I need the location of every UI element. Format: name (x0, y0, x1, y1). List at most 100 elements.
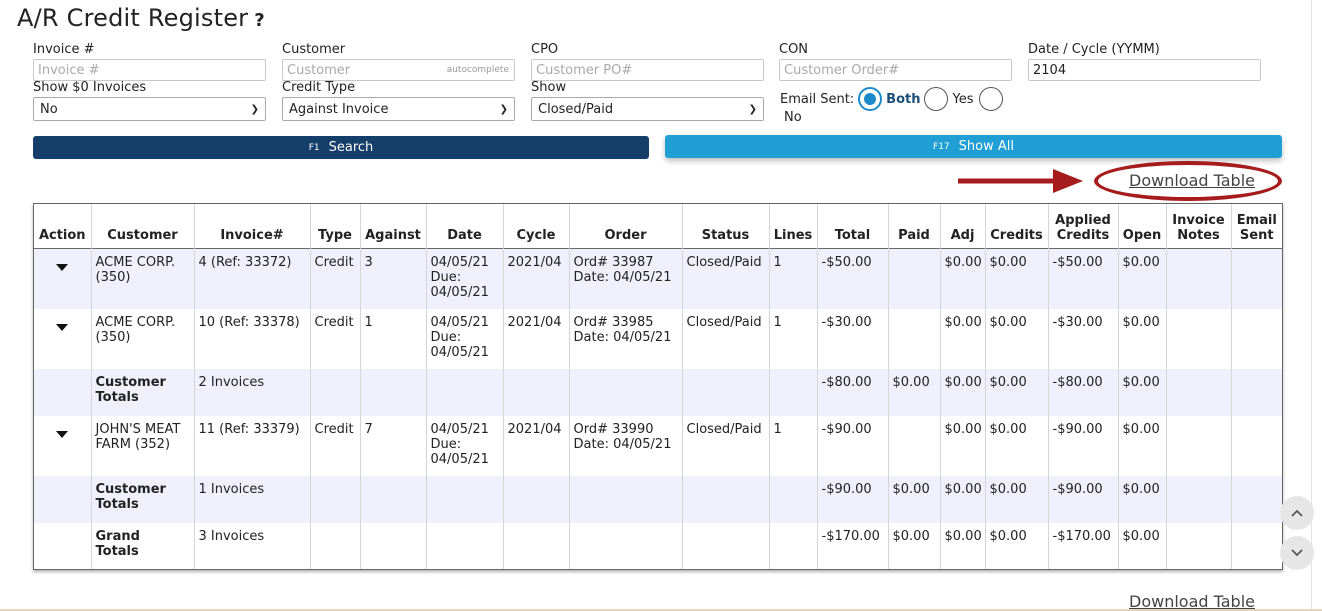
row-action-cell (34, 369, 92, 416)
date-cycle-input[interactable] (1028, 59, 1261, 81)
col-credits[interactable]: Credits (985, 204, 1049, 248)
adj-cell: $0.00 (940, 476, 986, 523)
email-sent-no-radio[interactable] (979, 87, 1004, 111)
row-action-cell (34, 476, 92, 523)
applied-credits-cell: -$90.00 (1048, 476, 1119, 523)
adj-cell: $0.00 (940, 248, 986, 309)
col-applied-credits[interactable]: Applied Credits (1048, 204, 1119, 248)
search-button-label: Search (328, 140, 374, 155)
totals-label-line1: Customer (95, 482, 166, 497)
col-date[interactable]: Date (426, 204, 504, 248)
col-open[interactable]: Open (1118, 204, 1167, 248)
caret-down-icon[interactable] (56, 324, 69, 331)
customer-totals-row: Customer Totals 2 Invoices -$80.00 $0.00 … (34, 369, 1282, 416)
col-against[interactable]: Against (360, 204, 427, 248)
col-total[interactable]: Total (817, 204, 889, 248)
invoice-cell: 11 (Ref: 33379) (194, 416, 311, 476)
invoice-count-cell: 2 Invoices (194, 369, 311, 416)
row-action-cell (34, 523, 92, 569)
type-cell (310, 369, 361, 416)
col-invoice-notes[interactable]: Invoice Notes (1166, 204, 1232, 248)
status-cell: Closed/Paid (682, 416, 770, 476)
lines-cell (769, 523, 818, 569)
col-email-line1: Email (1236, 212, 1277, 228)
customer-cell: ACME CORP. (350) (91, 248, 195, 309)
type-cell: Credit (310, 416, 361, 476)
against-cell: 7 (360, 416, 427, 476)
con-label: CON (779, 42, 809, 57)
lines-cell: 1 (769, 248, 818, 309)
search-button[interactable]: F1 Search (33, 136, 649, 159)
open-cell: $0.00 (1118, 523, 1167, 569)
cpo-input[interactable] (531, 59, 764, 81)
date-cell (426, 523, 504, 569)
table-row: JOHN'S MEAT FARM (352) 11 (Ref: 33379) Cr… (34, 416, 1282, 476)
date-cell (426, 476, 504, 523)
col-status[interactable]: Status (682, 204, 770, 248)
invoice-notes-cell (1166, 523, 1232, 569)
totals-label-line2: Totals (95, 497, 139, 512)
lines-cell (769, 476, 818, 523)
status-cell: Closed/Paid (682, 248, 770, 309)
search-shortcut-key: F1 (308, 142, 320, 153)
order-cell (569, 369, 683, 416)
lines-cell: 1 (769, 416, 818, 476)
col-cycle[interactable]: Cycle (503, 204, 570, 248)
invoice-input[interactable] (33, 59, 266, 81)
col-applied-line1: Applied (1055, 212, 1111, 228)
order-cell (569, 523, 683, 569)
scroll-up-button[interactable] (1280, 496, 1314, 530)
customer-name: JOHN'S MEAT (95, 422, 181, 437)
cycle-cell: 2021/04 (503, 416, 570, 476)
customer-filter: Customer autocomplete (282, 42, 515, 81)
help-icon[interactable]: ? (254, 10, 265, 31)
con-input[interactable] (779, 59, 1012, 81)
email-sent-yes-radio[interactable] (924, 87, 949, 111)
chevron-down-icon (1291, 549, 1303, 557)
paid-cell (888, 309, 941, 369)
invoice-notes-cell (1166, 369, 1232, 416)
type-cell: Credit (310, 248, 361, 309)
caret-down-icon[interactable] (56, 263, 69, 271)
col-invoice[interactable]: Invoice# (194, 204, 311, 248)
status-cell (682, 476, 770, 523)
col-type[interactable]: Type (310, 204, 361, 248)
chevron-up-icon (1291, 509, 1303, 517)
status-cell (682, 369, 770, 416)
table-row: ACME CORP. (350) 10 (Ref: 33378) Credit 1… (34, 309, 1282, 369)
col-email-sent[interactable]: Email Sent (1231, 204, 1282, 248)
customer-totals-row: Customer Totals 1 Invoices -$90.00 $0.00 … (34, 476, 1282, 523)
col-notes-line2: Notes (1177, 227, 1220, 243)
adj-cell: $0.00 (940, 309, 986, 369)
show-select[interactable]: Closed/Paid ❯ (531, 97, 764, 121)
row-action-cell (34, 416, 92, 476)
email-sent-both-radio[interactable] (858, 87, 883, 111)
credit-type-value: Against Invoice (289, 101, 389, 117)
totals-label-line1: Customer (95, 375, 166, 390)
col-lines[interactable]: Lines (769, 204, 818, 248)
col-email-line2: Sent (1239, 227, 1274, 243)
date-cell (426, 369, 504, 416)
col-adj[interactable]: Adj (940, 204, 986, 248)
cpo-label: CPO (531, 42, 559, 57)
email-sent-cell (1231, 416, 1282, 476)
type-cell (310, 476, 361, 523)
show-zero-select[interactable]: No ❯ (33, 97, 266, 121)
against-cell (360, 476, 427, 523)
col-action[interactable]: Action (34, 204, 92, 248)
col-paid[interactable]: Paid (888, 204, 941, 248)
scroll-down-button[interactable] (1280, 536, 1314, 570)
applied-credits-cell: -$170.00 (1048, 523, 1119, 569)
order-number: Ord# 33987 (573, 254, 654, 270)
open-cell: $0.00 (1118, 416, 1167, 476)
order-cell: Ord# 33990 Date: 04/05/21 (569, 416, 683, 476)
col-order[interactable]: Order (569, 204, 683, 248)
invoice-label: Invoice # (33, 42, 95, 57)
col-customer[interactable]: Customer (91, 204, 195, 248)
due-date: 04/05/21 (430, 345, 489, 360)
customer-cell: JOHN'S MEAT FARM (352) (91, 416, 195, 476)
download-table-link[interactable]: Download Table (1129, 171, 1255, 190)
show-all-button[interactable]: F17 Show All (665, 135, 1282, 158)
caret-down-icon[interactable] (56, 431, 69, 438)
credit-type-select[interactable]: Against Invoice ❯ (282, 97, 515, 121)
